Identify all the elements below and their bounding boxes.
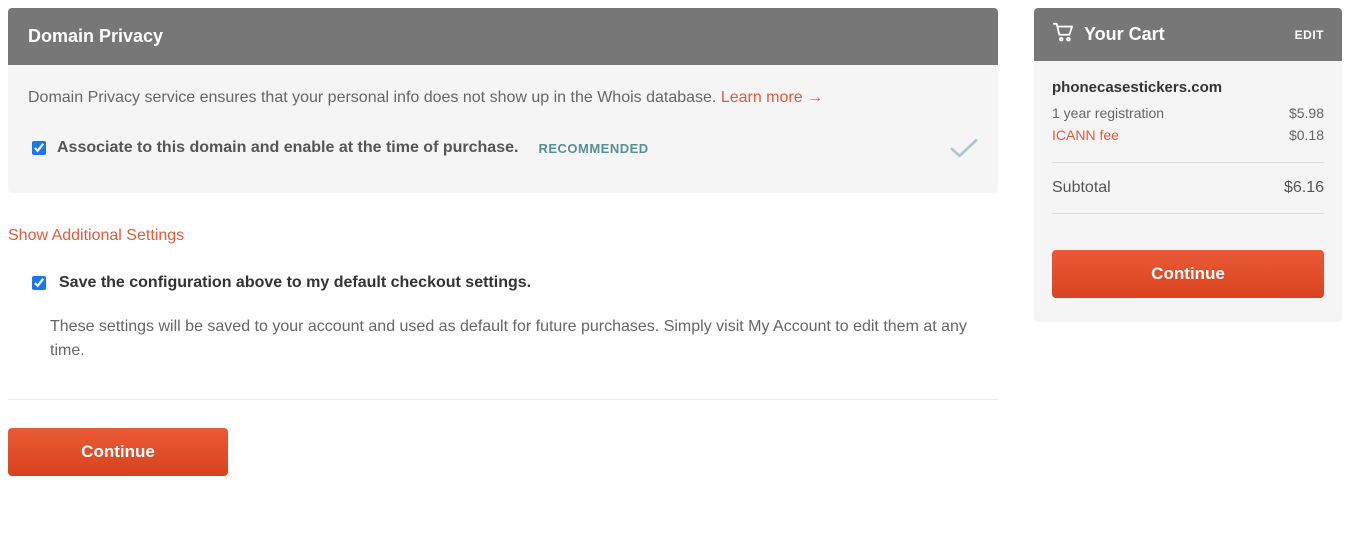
cart-divider — [1052, 162, 1324, 163]
subtotal-row: Subtotal $6.16 — [1052, 179, 1324, 197]
associate-row: Associate to this domain and enable at t… — [28, 137, 978, 159]
main-column: Domain Privacy Domain Privacy service en… — [8, 8, 998, 476]
checkmark-icon — [950, 137, 978, 159]
cart-icon — [1052, 22, 1074, 47]
divider — [8, 399, 998, 400]
save-settings-block: Save the configuration above to my defau… — [8, 273, 998, 363]
save-settings-description: These settings will be saved to your acc… — [50, 315, 978, 363]
cart-line-item: ICANN fee $0.18 — [1052, 124, 1324, 146]
continue-button[interactable]: Continue — [8, 428, 228, 476]
save-settings-label: Save the configuration above to my defau… — [59, 274, 531, 292]
cart-header: Your Cart EDIT — [1034, 8, 1342, 61]
cart-title: Your Cart — [1084, 24, 1165, 45]
domain-privacy-header: Domain Privacy — [8, 8, 998, 65]
privacy-description-line: Domain Privacy service ensures that your… — [28, 89, 978, 107]
subtotal-label: Subtotal — [1052, 179, 1111, 197]
cart-line-item: 1 year registration $5.98 — [1052, 102, 1324, 124]
panel-title: Domain Privacy — [28, 26, 163, 46]
recommended-badge: RECOMMENDED — [538, 141, 648, 156]
cart-line-price: $5.98 — [1289, 105, 1324, 121]
privacy-description: Domain Privacy service ensures that your… — [28, 89, 721, 106]
domain-privacy-body: Domain Privacy service ensures that your… — [8, 65, 998, 193]
show-additional-settings-link[interactable]: Show Additional Settings — [8, 227, 998, 245]
cart-line-price: $0.18 — [1289, 127, 1324, 143]
cart-body: phonecasestickers.com 1 year registratio… — [1034, 61, 1342, 322]
cart-domain-name: phonecasestickers.com — [1052, 79, 1324, 96]
cart-edit-link[interactable]: EDIT — [1295, 28, 1324, 42]
subtotal-value: $6.16 — [1284, 179, 1324, 197]
save-settings-checkbox[interactable] — [32, 276, 46, 290]
cart-line-label: ICANN fee — [1052, 127, 1119, 143]
cart-column: Your Cart EDIT phonecasestickers.com 1 y… — [1034, 8, 1342, 322]
associate-label: Associate to this domain and enable at t… — [57, 139, 518, 157]
cart-continue-button[interactable]: Continue — [1052, 250, 1324, 298]
learn-more-link[interactable]: Learn more → — [721, 89, 823, 106]
cart-divider — [1052, 213, 1324, 214]
cart-line-label: 1 year registration — [1052, 105, 1164, 121]
associate-checkbox[interactable] — [32, 141, 46, 155]
